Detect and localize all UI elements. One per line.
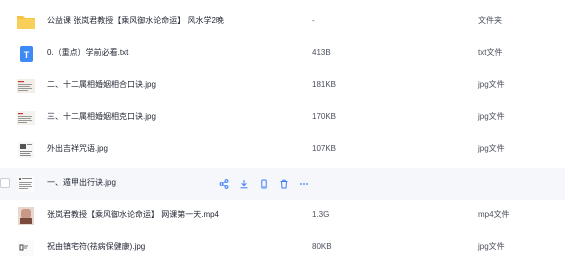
file-row-txt[interactable]: T 0.（重点）学前必看.txt 413B txt文件	[0, 38, 565, 70]
file-row-mp4[interactable]: 张岚君教授【乘风御水论命运】 网课第一天.mp4 1.3G mp4文件	[0, 200, 565, 232]
image-thumbnail-icon	[15, 238, 37, 258]
delete-icon[interactable]	[278, 178, 290, 190]
file-row-jpg[interactable]: 外出吉祥咒语.jpg 107KB jpg文件	[0, 134, 565, 166]
share-icon[interactable]	[218, 178, 230, 190]
file-name[interactable]: 祝由镇宅符(祛病保健康).jpg	[47, 241, 145, 253]
file-type: jpg文件	[478, 80, 505, 89]
file-name[interactable]: 公益课 张岚君教授【乘风御水论命运】 风水学2晚	[47, 15, 224, 27]
image-thumbnail-icon	[15, 108, 37, 128]
row-checkbox[interactable]	[0, 178, 10, 188]
phone-icon[interactable]	[258, 178, 270, 190]
image-thumbnail-icon	[15, 140, 37, 160]
file-name[interactable]: 张岚君教授【乘风御水论命运】 网课第一天.mp4	[47, 209, 219, 221]
file-name[interactable]: 一、遁甲出行诀.jpg	[47, 177, 116, 189]
file-row-folder[interactable]: 公益课 张岚君教授【乘风御水论命运】 风水学2晚 - 文件夹	[0, 6, 565, 38]
file-name[interactable]: 0.（重点）学前必看.txt	[47, 47, 128, 59]
file-list: 公益课 张岚君教授【乘风御水论命运】 风水学2晚 - 文件夹 T 0.（重点）学…	[0, 0, 565, 265]
file-name[interactable]: 二、十二属相婚姻相合口诀.jpg	[47, 79, 156, 91]
file-type: jpg文件	[478, 242, 505, 251]
text-file-icon: T	[15, 44, 37, 64]
file-size: 80KB	[312, 242, 332, 251]
svg-text:T: T	[24, 50, 30, 60]
download-icon[interactable]	[238, 178, 250, 190]
image-thumbnail-icon	[15, 174, 37, 194]
file-type: jpg文件	[478, 112, 505, 121]
file-row-jpg[interactable]: 祝由镇宅符(祛病保健康).jpg 80KB jpg文件	[0, 232, 565, 264]
file-row-jpg[interactable]: 三、十二属相婚姻相克口诀.jpg 170KB jpg文件	[0, 102, 565, 134]
file-size: 181KB	[312, 80, 337, 89]
file-type: txt文件	[478, 48, 503, 57]
file-size: 170KB	[312, 112, 337, 121]
file-row-jpg[interactable]: 二、十二属相婚姻相合口诀.jpg 181KB jpg文件	[0, 70, 565, 102]
file-type: 文件夹	[478, 16, 502, 25]
image-thumbnail-icon	[15, 76, 37, 96]
row-actions	[218, 177, 310, 191]
file-name[interactable]: 外出吉祥咒语.jpg	[47, 143, 108, 155]
file-size: 1.3G	[312, 210, 330, 219]
file-size: 413B	[312, 48, 331, 57]
file-type: jpg文件	[478, 144, 505, 153]
file-name[interactable]: 三、十二属相婚姻相克口诀.jpg	[47, 111, 156, 123]
file-type: mp4文件	[478, 210, 510, 219]
folder-icon	[15, 12, 37, 32]
file-size: -	[312, 16, 315, 25]
file-row-jpg-hovered[interactable]: 一、遁甲出行诀.jpg	[0, 168, 565, 200]
more-icon[interactable]	[298, 178, 310, 190]
file-size: 107KB	[312, 144, 337, 153]
video-thumbnail-icon	[15, 206, 37, 226]
